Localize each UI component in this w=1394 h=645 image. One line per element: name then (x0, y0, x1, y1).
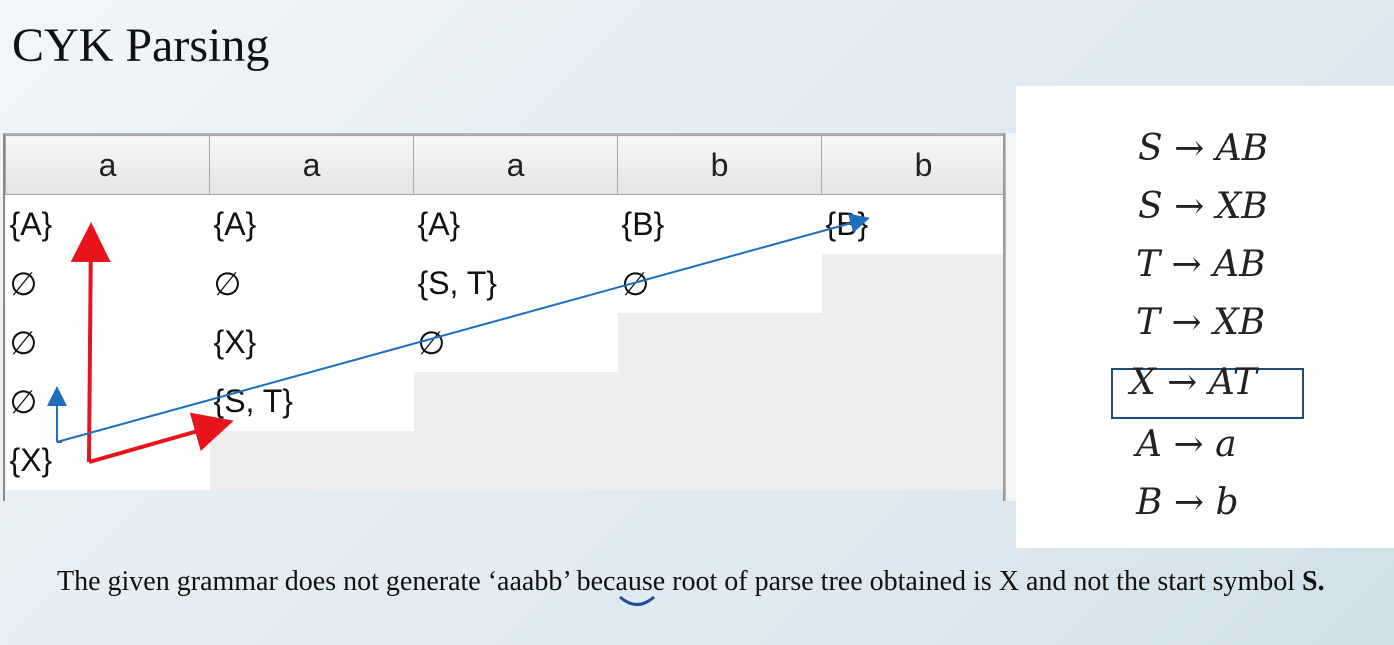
grammar-panel: S → AB S → XB T → AB T → XB X → AT A → a… (1016, 86, 1394, 548)
table-cell[interactable]: {S, T} (413, 254, 618, 313)
cyk-table: a a a b b {A} {A} {A} {B} {B} ∅ ∅ {S, T}… (5, 135, 1026, 490)
rule-rhs: AB (1215, 128, 1269, 169)
rule-rhs: a (1215, 424, 1237, 465)
table-row: {X} (5, 431, 1026, 490)
column-header[interactable]: a (5, 135, 210, 195)
table-cell[interactable]: ∅ (413, 313, 618, 372)
vertical-scrollbar[interactable] (1005, 133, 1016, 501)
grammar-rule: T → XB (1136, 302, 1394, 343)
table-cell[interactable]: {B} (821, 194, 1026, 254)
table-row: ∅ ∅ {S, T} ∅ (5, 254, 1026, 313)
table-header-row: a a a b b (5, 135, 1026, 195)
rule-lhs: S (1138, 186, 1163, 227)
column-header[interactable]: b (617, 135, 822, 195)
column-header[interactable]: a (209, 135, 414, 195)
grammar-rule: S → XB (1138, 186, 1394, 227)
table-cell-empty (413, 372, 618, 431)
arrow-icon: → (1174, 128, 1205, 169)
table-cell-empty (209, 431, 414, 490)
column-header[interactable]: a (413, 135, 618, 195)
table-cell-empty (617, 372, 822, 431)
table-cell[interactable]: {B} (617, 194, 822, 254)
arrow-icon: → (1174, 186, 1205, 227)
note-text: The given grammar does not generate ‘aaa… (57, 566, 1303, 597)
grammar-rule: S → AB (1138, 128, 1394, 169)
grammar-rule: B → b (1136, 482, 1394, 523)
table-cell[interactable]: ∅ (617, 254, 822, 313)
start-symbol: S. (1302, 566, 1325, 597)
rule-rhs: XB (1215, 186, 1268, 227)
rule-lhs: T (1136, 302, 1161, 343)
table-row: ∅ {X} ∅ (5, 313, 1026, 372)
table-cell-empty (617, 431, 822, 490)
grammar-rule: T → AB (1136, 244, 1394, 285)
arrow-icon: → (1173, 482, 1205, 523)
rule-rhs: AT (1208, 362, 1257, 403)
table-cell[interactable]: {X} (209, 313, 414, 372)
rule-lhs: S (1138, 128, 1163, 169)
table-cell-empty (821, 254, 1026, 313)
rule-lhs: A (1136, 424, 1162, 465)
table-cell-empty (821, 431, 1026, 490)
arrow-icon: → (1171, 302, 1202, 343)
table-cell-empty (821, 313, 1026, 372)
arrow-icon: → (1167, 362, 1198, 403)
table-cell[interactable]: ∅ (5, 254, 210, 313)
table-cell-empty (413, 431, 618, 490)
table-cell[interactable]: {X} (5, 431, 210, 490)
table-cell[interactable]: {A} (413, 194, 618, 254)
column-header[interactable]: b (821, 135, 1026, 195)
rule-lhs: B (1136, 482, 1163, 523)
table-row: ∅ {S, T} (5, 372, 1026, 431)
table-cell[interactable]: {A} (209, 194, 414, 254)
table-cell[interactable]: {S, T} (209, 372, 414, 431)
rule-rhs: XB (1213, 302, 1266, 343)
explanation-note: The given grammar does not generate ‘aaa… (57, 564, 1325, 599)
table-cell-empty (821, 372, 1026, 431)
rule-rhs: b (1215, 482, 1239, 523)
arrow-icon: → (1171, 244, 1202, 285)
table-row: {A} {A} {A} {B} {B} (5, 194, 1026, 254)
table-cell[interactable]: ∅ (209, 254, 414, 313)
slide-title: CYK Parsing (12, 19, 270, 72)
rule-lhs: T (1136, 244, 1161, 285)
table-cell[interactable]: ∅ (5, 313, 210, 372)
grammar-rule-highlighted: X → AT (1130, 362, 1394, 403)
rule-lhs: X (1130, 362, 1156, 403)
table-cell[interactable]: ∅ (5, 372, 210, 431)
grammar-rule: A → a (1136, 424, 1394, 465)
arrow-icon: → (1173, 424, 1204, 465)
table-cell[interactable]: {A} (5, 194, 210, 254)
table-cell-empty (617, 313, 822, 372)
rule-rhs: AB (1213, 244, 1266, 285)
